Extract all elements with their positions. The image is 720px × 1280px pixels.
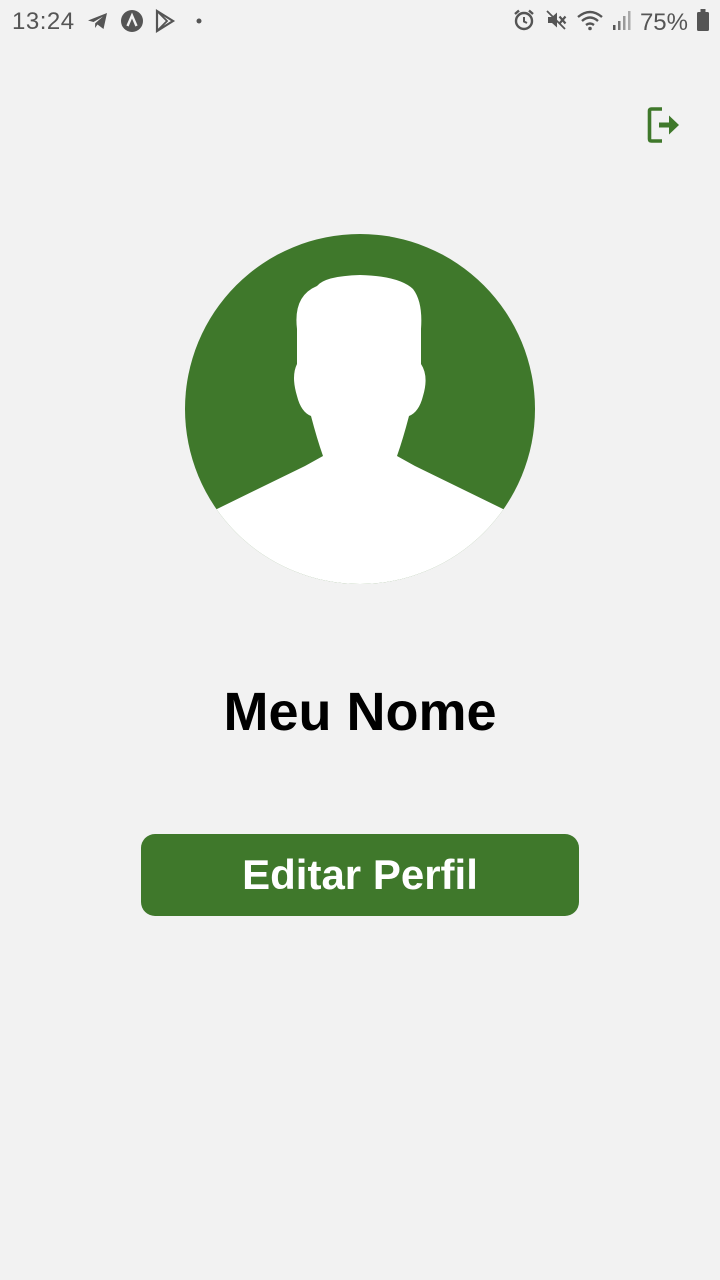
- logout-button[interactable]: [644, 106, 684, 148]
- status-bar: 13:24 75%: [0, 0, 720, 44]
- status-left-icons: [86, 9, 206, 38]
- wifi-icon: [576, 8, 604, 37]
- app-a-icon: [120, 9, 144, 38]
- status-time: 13:24: [12, 8, 75, 35]
- battery-icon: [696, 8, 710, 37]
- edit-profile-button[interactable]: Editar Perfil: [141, 834, 579, 916]
- profile-name: Meu Nome: [223, 682, 497, 742]
- notification-dot-icon: [186, 9, 206, 38]
- alarm-icon: [512, 8, 536, 37]
- signal-icon: [612, 8, 632, 37]
- telegram-icon: [86, 9, 110, 38]
- logout-icon: [646, 105, 682, 150]
- avatar: [185, 234, 535, 584]
- mute-icon: [544, 8, 568, 37]
- battery-percentage: 75%: [639, 8, 688, 36]
- status-right-icons: 75%: [512, 8, 710, 37]
- default-user-avatar-icon: [185, 234, 535, 584]
- play-store-icon: [154, 9, 176, 38]
